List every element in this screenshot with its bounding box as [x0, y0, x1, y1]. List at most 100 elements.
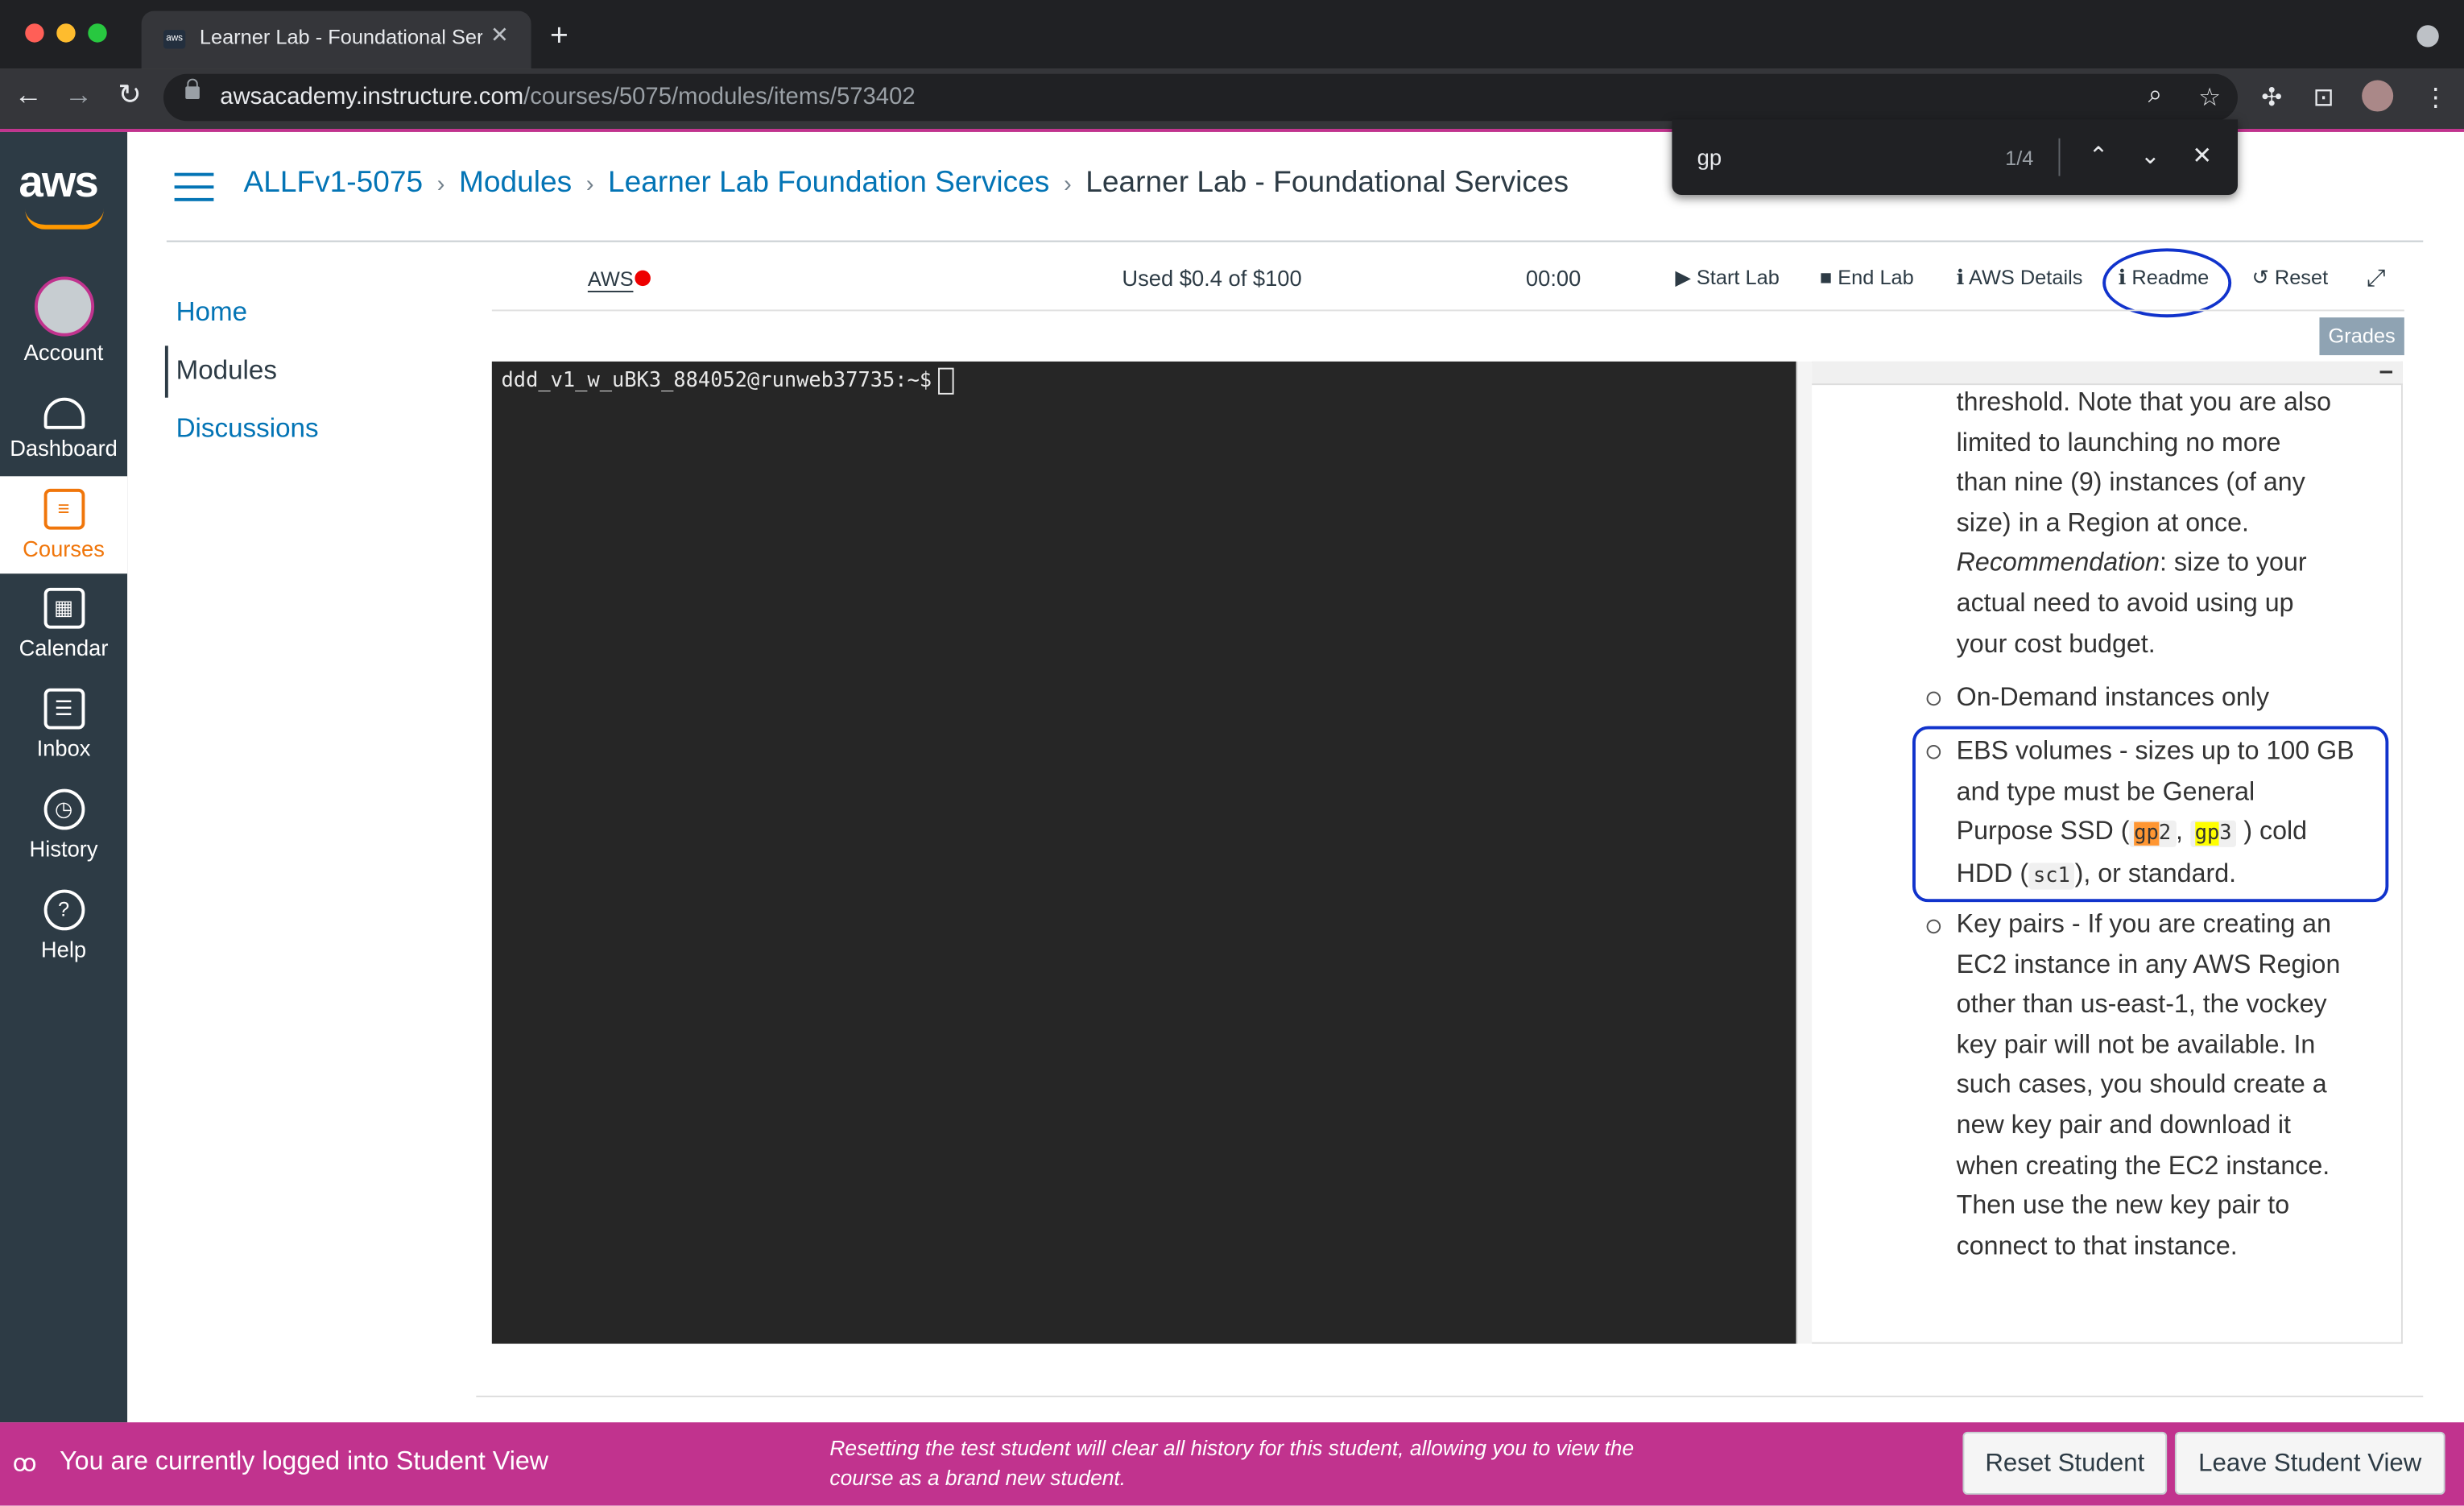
maximize-window-button[interactable]: [88, 23, 107, 43]
minimize-window-button[interactable]: [56, 23, 76, 43]
find-input[interactable]: [1697, 144, 1949, 170]
budget-used: Used $0.4 of $100: [1122, 265, 1302, 292]
chevron-right-icon: ›: [436, 171, 445, 198]
list-item-ebs: EBS volumes - sizes up to 100 GB and typ…: [1957, 732, 2381, 896]
readme-line: HDD (sc1), or standard.: [1957, 854, 2381, 896]
close-window-button[interactable]: [25, 23, 44, 43]
inbox-icon: ☰: [43, 688, 85, 730]
page-search-icon[interactable]: ⌕: [2148, 81, 2163, 110]
hamburger-menu-icon[interactable]: [174, 172, 214, 201]
start-lab-button[interactable]: ▶ Start Lab: [1675, 266, 1780, 291]
code-text: 3: [2219, 822, 2232, 846]
cast-icon[interactable]: ⊡: [2313, 81, 2334, 113]
aws-details-label: AWS Details: [1968, 265, 2083, 290]
readme-line: limited to launching no more: [1956, 428, 2281, 457]
readme-line: Key pairs - If you are creating an: [1956, 909, 2332, 939]
ebs-text: ), or standard.: [2074, 859, 2237, 888]
course-nav-active-indicator: [164, 345, 168, 398]
breadcrumb: ALLFv1-5075 › Modules › Learner Lab Foundati…: [243, 167, 1569, 201]
nav-dashboard[interactable]: Dashboard: [0, 397, 127, 461]
readme-line: size) in a Region at once.: [1956, 508, 2250, 537]
readme-line: other than us-east-1, the vockey: [1956, 990, 2327, 1019]
aws-favicon-icon: aws: [163, 30, 186, 49]
account-avatar-icon[interactable]: [34, 276, 95, 337]
url-text[interactable]: awsacademy.instructure.com/courses/5075/…: [220, 83, 915, 110]
terminal-cursor: [937, 367, 954, 395]
history-icon: ◷: [43, 788, 85, 830]
lab-status-indicator: [635, 270, 651, 287]
nav-courses-label: Courses: [23, 536, 105, 561]
readme-line: such cases, you should create a: [1956, 1070, 2327, 1099]
student-view-label: You are currently logged into Student Vi…: [60, 1447, 549, 1476]
grades-button[interactable]: Grades: [2319, 317, 2404, 356]
breadcrumb-current: Learner Lab - Foundational Services: [1085, 166, 1569, 200]
terminal-window[interactable]: [491, 361, 1796, 1344]
tab-search-icon[interactable]: [2416, 25, 2439, 48]
nav-history[interactable]: ◷ History: [0, 788, 127, 862]
more-menu-icon[interactable]: ⋮: [2423, 81, 2448, 113]
readme-line: Recommendation: size to your: [1957, 544, 2381, 585]
nav-courses[interactable]: ≡ Courses: [0, 476, 128, 574]
course-nav-discussions[interactable]: Discussions: [176, 413, 319, 445]
forward-icon[interactable]: →: [64, 79, 93, 112]
reset-button[interactable]: ↺ Reset: [2252, 266, 2329, 291]
lock-icon: [185, 78, 200, 99]
readme-line: your cost budget.: [1956, 629, 2156, 658]
breadcrumb-module[interactable]: Learner Lab Foundation Services: [608, 167, 1049, 200]
find-close-icon[interactable]: ✕: [2192, 142, 2212, 170]
ebs-text: HDD (: [1956, 859, 2029, 888]
stop-icon: ■: [1819, 265, 1838, 290]
list-item-keypairs: Key pairs - If you are creating an EC2 i…: [1957, 905, 2381, 1268]
readme-line: EC2 instance in any AWS Region: [1956, 950, 2341, 979]
readme-panel-header: [1812, 361, 2403, 386]
ebs-text: Purpose SSD (: [1956, 817, 2130, 846]
bookmark-star-icon[interactable]: ☆: [2198, 81, 2221, 113]
reset-student-button[interactable]: Reset Student: [1962, 1431, 2168, 1495]
recommendation-label: Recommendation: [1956, 548, 2160, 577]
find-highlight-current: gp: [2134, 822, 2159, 846]
extensions-icon[interactable]: ✣: [2261, 81, 2282, 113]
header-divider: [166, 240, 2424, 242]
nav-account-label[interactable]: Account: [0, 340, 127, 365]
chevron-right-icon: ›: [1063, 171, 1072, 198]
reset-icon: ↺: [2251, 265, 2275, 290]
find-previous-icon[interactable]: ⌃: [2089, 142, 2109, 170]
aws-details-button[interactable]: ℹ AWS Details: [1957, 266, 2083, 291]
breadcrumb-modules[interactable]: Modules: [459, 167, 572, 200]
minimize-icon[interactable]: –: [2379, 358, 2393, 387]
nav-calendar-label: Calendar: [19, 635, 109, 660]
nav-history-label: History: [29, 836, 98, 862]
code-gp2: gp2: [2129, 821, 2176, 848]
chevron-right-icon: ›: [585, 171, 594, 198]
back-icon[interactable]: ←: [14, 79, 43, 112]
readme-line: than nine (9) instances (of any: [1956, 468, 2305, 498]
new-tab-icon[interactable]: +: [550, 19, 568, 55]
tab-close-icon[interactable]: ✕: [490, 22, 509, 48]
nav-inbox[interactable]: ☰ Inbox: [0, 688, 127, 761]
profile-avatar[interactable]: [2362, 80, 2394, 112]
leave-student-view-button[interactable]: Leave Student View: [2174, 1431, 2445, 1495]
nav-help[interactable]: ? Help: [0, 889, 127, 962]
session-timer: 00:00: [1525, 265, 1581, 292]
course-nav-modules[interactable]: Modules: [176, 355, 277, 387]
aws-logo[interactable]: aws: [19, 157, 98, 207]
reload-icon[interactable]: ↻: [118, 79, 141, 112]
aws-smile-logo: [25, 209, 104, 230]
fullscreen-icon[interactable]: ⤢: [2367, 266, 2385, 292]
breadcrumb-course[interactable]: ALLFv1-5075: [243, 167, 423, 200]
course-nav-home[interactable]: Home: [176, 297, 248, 329]
nav-calendar[interactable]: ▦ Calendar: [0, 587, 127, 660]
readme-line: connect to that instance.: [1956, 1231, 2238, 1260]
find-next-icon[interactable]: ⌄: [2140, 142, 2160, 170]
recommendation-text: : size to your: [2160, 548, 2307, 577]
panel-splitter[interactable]: [1796, 361, 1814, 1344]
code-text: 2: [2158, 822, 2172, 846]
help-icon: ?: [43, 889, 85, 931]
readme-line: actual need to avoid using up: [1956, 589, 2294, 618]
list-item: On-Demand instances only: [1956, 683, 2270, 713]
content-divider: [476, 1395, 2424, 1397]
end-lab-button[interactable]: ■ End Lab: [1820, 266, 1914, 289]
ebs-text: ) cold: [2236, 817, 2308, 846]
aws-console-link[interactable]: AWS: [587, 267, 634, 292]
student-view-note: Resetting the test student will clear al…: [829, 1436, 1635, 1491]
